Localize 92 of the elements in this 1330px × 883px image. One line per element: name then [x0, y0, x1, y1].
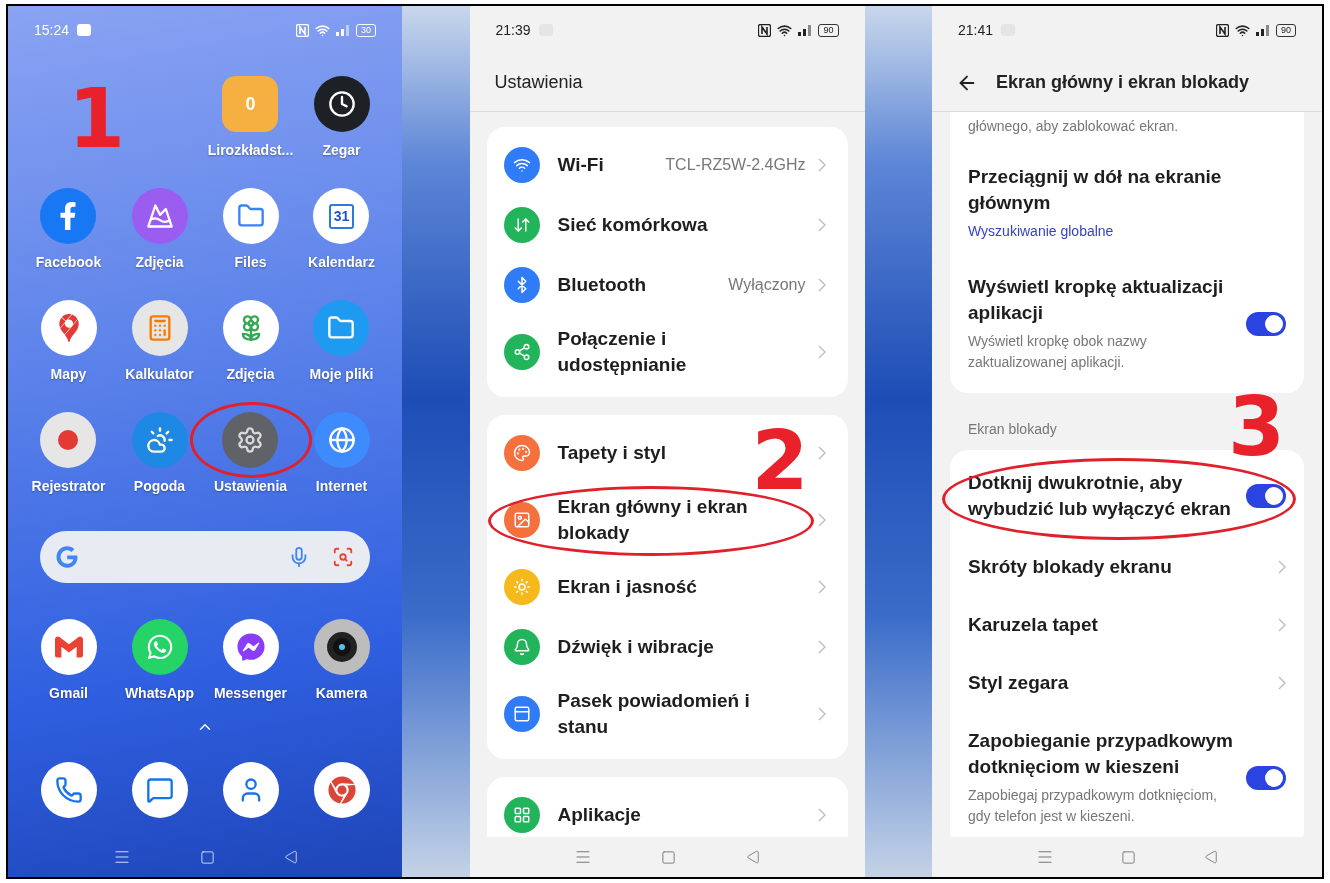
settings-item[interactable]: Ekran i jasność — [503, 569, 697, 605]
app-shortcut[interactable]: Kalkulator — [125, 300, 194, 385]
item-title: Przeciągnij w dół na ekranie głównym — [968, 165, 1223, 215]
status-time: 21:41 — [958, 20, 994, 40]
battery-level: 30 — [356, 23, 376, 37]
icon-label: 0 — [245, 92, 256, 116]
toggle-switch[interactable] — [1246, 765, 1286, 790]
app-shortcut[interactable]: Internet — [313, 412, 370, 497]
settings-item[interactable]: Przeciągnij w dół na ekranie głównym Wyszukiwanie globalne — [950, 148, 1304, 258]
chevron-icon — [817, 446, 826, 460]
battery-level: 90 — [818, 23, 839, 37]
chevron-icon — [1278, 676, 1286, 690]
app-shortcut[interactable]: Moje pliki — [309, 300, 374, 385]
settings-item[interactable]: Skróty blokady ekranu — [950, 538, 1304, 596]
icon-label: 31 — [328, 203, 355, 229]
chevron-icon — [1278, 618, 1286, 632]
item-title: Dotknij dwukrotnie, aby wybudzić lub wyłączyć ekran — [968, 471, 1232, 521]
app-shortcut[interactable]: Pogoda — [131, 412, 188, 497]
wifi-icon — [777, 22, 793, 38]
settings-icon — [222, 412, 279, 468]
signal-icon — [336, 24, 350, 36]
app-shortcut[interactable]: Mapy — [40, 300, 97, 385]
status-time: 15:24 — [34, 20, 70, 40]
signal-icon — [798, 24, 813, 36]
camera-search-icon[interactable] — [332, 546, 354, 568]
notification-icon — [77, 24, 92, 36]
status-time: 21:39 — [495, 20, 531, 40]
settings-item[interactable]: Karuzela tapet — [950, 596, 1304, 654]
chevron-icon — [817, 707, 826, 721]
settings-item[interactable]: Wi-Fi — [503, 147, 604, 183]
item-title: Styl zegara — [968, 671, 1070, 695]
item-title: Karuzela tapet — [968, 613, 1099, 637]
settings-item[interactable]: Wyświetl kropkę aktualizacji aplikacji Wyświetl kropkę obok nazwy zaktualizowanej aplikacji. — [950, 258, 1304, 389]
chevron-icon — [817, 278, 826, 292]
item-description: Wyświetl kropkę obok nazwy zaktualizowanej aplikacji. — [968, 332, 1148, 372]
app-shortcut[interactable]: Ustawienia — [213, 412, 288, 497]
app-shortcut[interactable]: WhatsApp — [124, 619, 195, 704]
chevron-icon — [817, 218, 826, 232]
home-icon[interactable] — [1121, 849, 1137, 865]
chevron-icon — [817, 345, 826, 359]
chevron-icon — [817, 808, 826, 822]
chevron-icon — [817, 640, 826, 654]
item-title: Skróty blokady ekranu — [968, 555, 1173, 579]
toggle-switch[interactable] — [1246, 311, 1286, 336]
section-header: Ekran blokady — [968, 420, 1057, 439]
app-shortcut[interactable]: Zdjęcia — [222, 300, 279, 385]
settings-item[interactable]: Połączenie i udostępnianie — [503, 326, 766, 378]
screen-title: Ustawienia — [494, 71, 583, 94]
menu-icon[interactable] — [112, 848, 131, 866]
g-logo-icon — [56, 546, 78, 568]
step-number: 3 — [1228, 386, 1286, 468]
item-description: głównego, aby zablokować ekran. — [968, 118, 1179, 134]
settings-item[interactable]: Pasek powiadomień i stanu — [503, 688, 766, 740]
item-description: Zapobiegaj przypadkowym dotknięciom, gdy telefon jest w kieszeni. — [968, 786, 1218, 826]
item-title: Wyświetl kropkę aktualizacji aplikacji — [968, 275, 1225, 325]
chevron-icon — [817, 580, 826, 594]
battery-level: 90 — [1276, 23, 1296, 37]
settings-item[interactable]: Styl zegara — [950, 654, 1304, 712]
back-icon[interactable] — [745, 850, 760, 864]
settings-item[interactable]: Bluetooth — [503, 267, 647, 303]
search-widget[interactable] — [40, 531, 370, 583]
wifi-icon — [315, 22, 330, 38]
menu-icon[interactable] — [1035, 848, 1054, 866]
app-shortcut[interactable]: Messenger — [213, 619, 288, 704]
nfc-icon — [296, 23, 309, 37]
settings-item[interactable]: Zapobieganie przypadkowym dotknięciom w kieszeni Zapobiegaj przypadkowym dotknięciom, gdy telefon jest w kieszeni. — [950, 712, 1304, 837]
back-icon[interactable] — [283, 850, 298, 864]
chevron-icon — [817, 513, 826, 527]
home-icon[interactable] — [661, 849, 677, 865]
chevron-icon — [817, 158, 826, 172]
step-number: 1 — [68, 78, 126, 160]
item-value-link[interactable]: Wyszukiwanie globalne — [968, 221, 1286, 242]
toggle-switch[interactable] — [1246, 484, 1286, 508]
wifi-icon — [1235, 22, 1250, 38]
back-icon[interactable] — [1204, 850, 1219, 864]
settings-item[interactable]: Tapety i styl — [503, 435, 666, 471]
settings-item[interactable]: Dźwięk i wibracje — [503, 629, 714, 665]
settings-item[interactable]: Aplikacje — [503, 797, 641, 833]
menu-icon[interactable] — [574, 848, 593, 866]
app-shortcut[interactable]: Gmail — [40, 619, 97, 704]
chevron-icon — [1278, 560, 1286, 574]
app-shortcut[interactable]: Kamera — [313, 619, 370, 704]
screen-title: Ekran główny i ekran blokady — [996, 71, 1250, 94]
item-value: Wyłączony — [728, 275, 806, 295]
item-title: Zapobieganie przypadkowym dotknięciom w kieszeni — [968, 729, 1234, 779]
nfc-icon — [758, 23, 772, 37]
nfc-icon — [1216, 23, 1229, 37]
settings-item[interactable]: Sieć komórkowa — [503, 207, 708, 243]
item-value: TCL-RZ5W-2.4GHz — [665, 155, 806, 175]
app-shortcut[interactable]: Rejestrator — [31, 412, 106, 497]
app-shortcut[interactable]: 31 Kalendarz — [308, 188, 375, 273]
signal-icon — [1256, 24, 1270, 36]
